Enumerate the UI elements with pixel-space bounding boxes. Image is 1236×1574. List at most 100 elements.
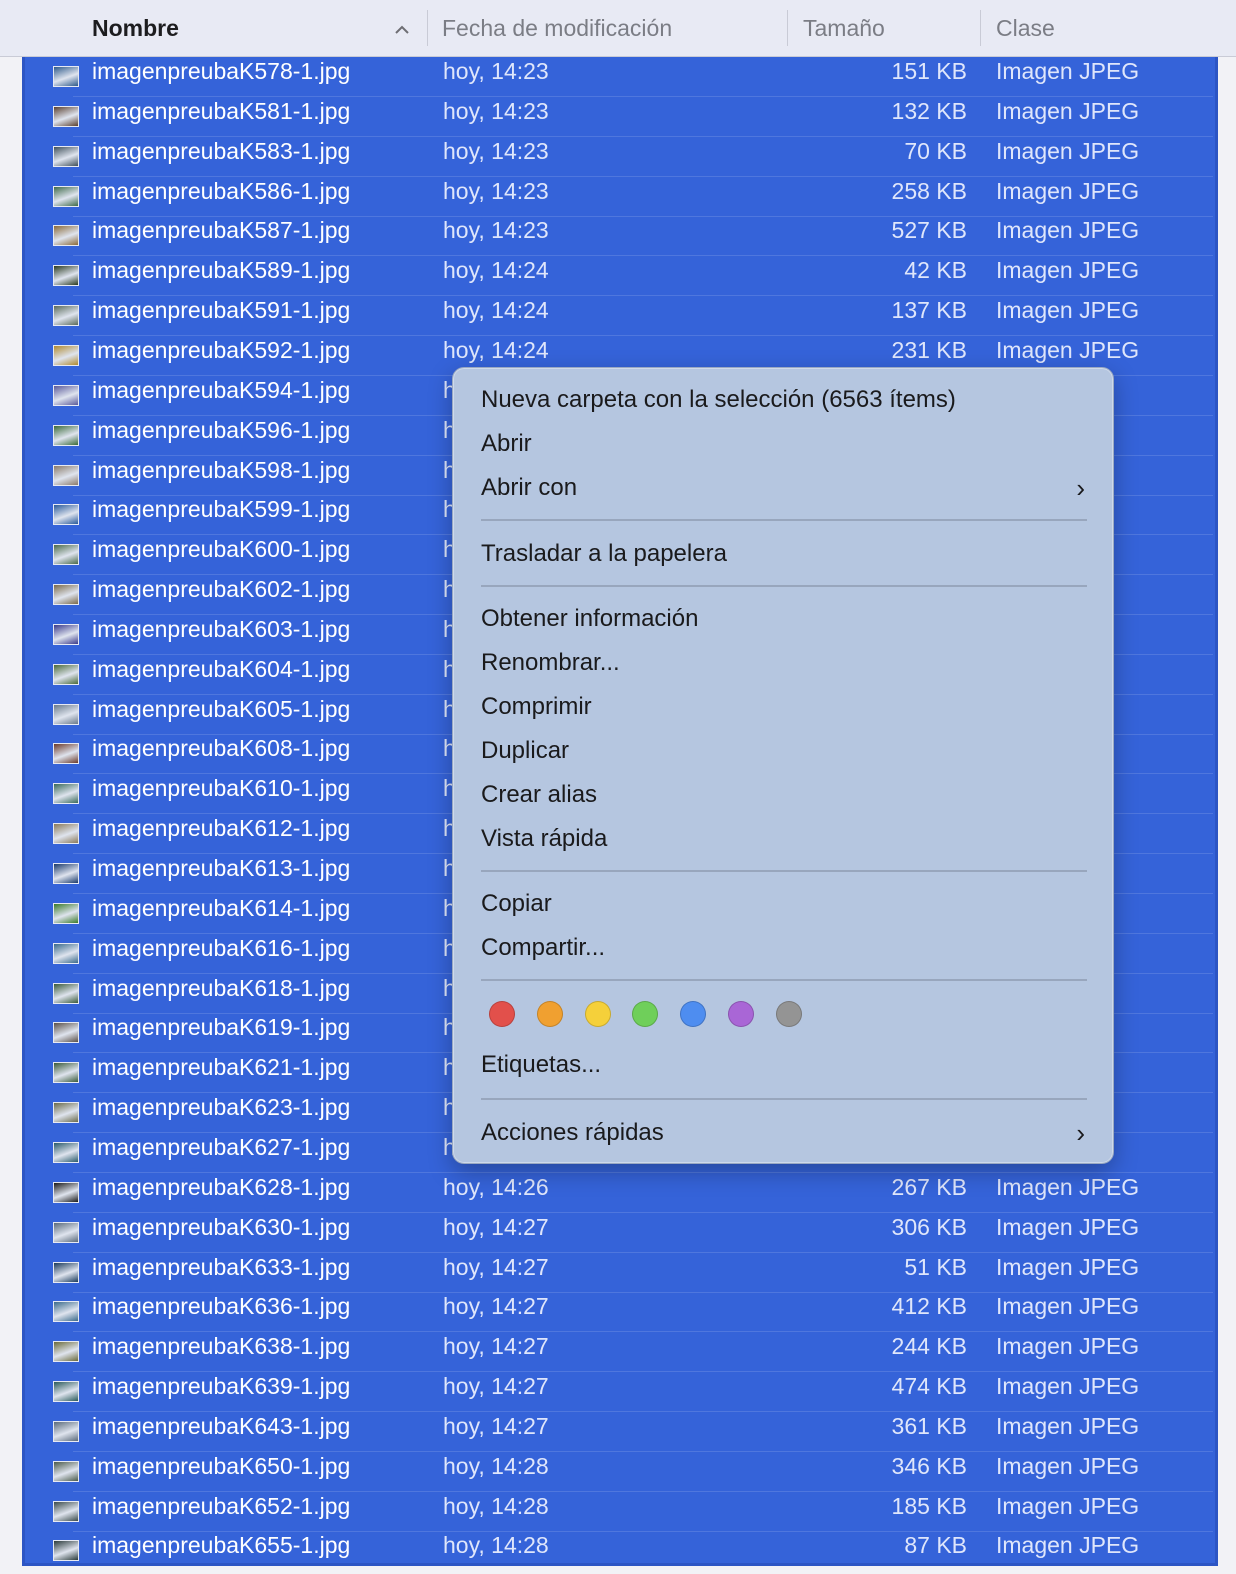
column-header-date[interactable]: Fecha de modificación [442, 0, 672, 56]
column-header-name[interactable]: Nombre [92, 0, 179, 56]
file-size: 132 KB [891, 97, 967, 124]
file-size: 185 KB [891, 1492, 967, 1519]
file-date: hoy, 14:23 [443, 97, 549, 124]
image-thumbnail-icon [53, 1181, 79, 1203]
menu-item-label: Copiar [481, 890, 552, 917]
menu-item-quick-look[interactable]: Vista rápida [481, 819, 1091, 859]
context-menu: Nueva carpeta con la selección (6563 íte… [452, 367, 1114, 1164]
file-row[interactable]: imagenpreubaK587-1.jpg hoy, 14:23 527 KB Im… [25, 216, 1215, 257]
menu-item-share[interactable]: Compartir... [481, 928, 1091, 968]
menu-separator [481, 870, 1087, 872]
sort-ascending-icon[interactable] [392, 0, 412, 56]
column-header-kind[interactable]: Clase [996, 0, 1055, 56]
menu-item-make-alias[interactable]: Crear alias [481, 775, 1091, 815]
file-kind: Imagen JPEG [996, 297, 1140, 324]
menu-item-duplicate[interactable]: Duplicar [481, 731, 1091, 771]
file-name: imagenpreubaK596-1.jpg [92, 416, 351, 443]
file-kind: Imagen JPEG [996, 1452, 1140, 1479]
image-thumbnail-icon [53, 1341, 79, 1363]
file-row[interactable]: imagenpreubaK636-1.jpg hoy, 14:27 412 KB Im… [25, 1292, 1215, 1333]
file-kind: Imagen JPEG [996, 97, 1140, 124]
file-name: imagenpreubaK636-1.jpg [92, 1293, 351, 1320]
file-row[interactable]: imagenpreubaK578-1.jpg hoy, 14:23 151 KB Im… [25, 57, 1215, 97]
chevron-right-icon: › [1076, 1118, 1085, 1148]
tag-yellow-dot[interactable] [584, 1001, 611, 1027]
tag-red-dot[interactable] [489, 1001, 515, 1027]
menu-item-new-folder-with-selection[interactable]: Nueva carpeta con la selección (6563 íte… [481, 380, 1091, 420]
menu-item-label: Abrir con [481, 474, 578, 501]
file-date: hoy, 14:27 [443, 1293, 549, 1320]
file-date: hoy, 14:27 [443, 1333, 549, 1360]
tag-purple-dot[interactable] [728, 1001, 754, 1027]
column-divider[interactable] [787, 10, 788, 46]
column-divider[interactable] [427, 10, 428, 46]
file-name: imagenpreubaK600-1.jpg [92, 536, 351, 563]
menu-item-quick-actions[interactable]: Acciones rápidas › [481, 1113, 1091, 1153]
column-header-size[interactable]: Tamaño [803, 0, 885, 56]
file-row[interactable]: imagenpreubaK589-1.jpg hoy, 14:24 42 KB Ima… [25, 256, 1215, 297]
file-row[interactable]: imagenpreubaK652-1.jpg hoy, 14:28 185 KB Im… [25, 1492, 1215, 1532]
file-row[interactable]: imagenpreubaK583-1.jpg hoy, 14:23 70 KB Ima… [25, 137, 1215, 177]
file-name: imagenpreubaK627-1.jpg [92, 1133, 351, 1160]
file-size: 137 KB [891, 297, 967, 324]
list-header: Nombre Fecha de modificación Tamaño Clas… [0, 0, 1236, 57]
file-name: imagenpreubaK586-1.jpg [92, 177, 351, 204]
menu-separator [481, 1098, 1087, 1100]
image-thumbnail-icon [53, 703, 79, 725]
image-thumbnail-icon [53, 1141, 79, 1163]
menu-item-label: Obtener información [481, 605, 699, 632]
file-row[interactable]: imagenpreubaK581-1.jpg hoy, 14:23 132 KB Im… [25, 97, 1215, 137]
file-name: imagenpreubaK612-1.jpg [92, 815, 351, 842]
file-size: 231 KB [891, 336, 967, 363]
file-kind: Imagen JPEG [996, 137, 1140, 164]
file-kind: Imagen JPEG [996, 217, 1140, 244]
file-size: 474 KB [891, 1373, 967, 1400]
image-thumbnail-icon [53, 1500, 79, 1522]
tag-orange-dot[interactable] [536, 1001, 563, 1027]
menu-item-rename[interactable]: Renombrar... [481, 643, 1091, 683]
tag-blue-dot[interactable] [680, 1001, 707, 1027]
file-name: imagenpreubaK592-1.jpg [92, 336, 351, 363]
menu-item-label: Comprimir [481, 693, 592, 720]
menu-item-label: Vista rápida [481, 825, 608, 852]
file-size: 527 KB [891, 217, 967, 244]
menu-item-tags[interactable]: Etiquetas... [481, 1045, 1091, 1085]
file-kind: Imagen JPEG [996, 336, 1140, 363]
menu-item-move-to-trash[interactable]: Trasladar a la papelera [481, 534, 1091, 574]
file-row[interactable]: imagenpreubaK591-1.jpg hoy, 14:24 137 KB Im… [25, 296, 1215, 337]
tag-green-dot[interactable] [632, 1001, 659, 1027]
menu-item-copy[interactable]: Copiar [481, 884, 1091, 924]
image-thumbnail-icon [53, 225, 79, 247]
menu-item-label: Renombrar... [481, 649, 620, 676]
file-name: imagenpreubaK583-1.jpg [92, 137, 351, 164]
chevron-right-icon: › [1076, 473, 1085, 503]
file-date: hoy, 14:27 [443, 1373, 549, 1400]
file-date: hoy, 14:24 [443, 336, 549, 363]
file-size: 42 KB [904, 257, 967, 284]
tag-gray-dot[interactable] [775, 1001, 802, 1027]
menu-item-get-info[interactable]: Obtener información [481, 599, 1091, 639]
file-row[interactable]: imagenpreubaK639-1.jpg hoy, 14:27 474 KB Im… [25, 1372, 1215, 1413]
file-row[interactable]: imagenpreubaK586-1.jpg hoy, 14:23 258 KB Im… [25, 177, 1215, 217]
image-thumbnail-icon [53, 305, 79, 327]
file-row[interactable]: imagenpreubaK633-1.jpg hoy, 14:27 51 KB Ima… [25, 1253, 1215, 1293]
file-size: 346 KB [891, 1452, 967, 1479]
file-row[interactable]: imagenpreubaK650-1.jpg hoy, 14:28 346 KB Im… [25, 1452, 1215, 1492]
menu-item-open-with[interactable]: Abrir con › [481, 468, 1091, 508]
image-thumbnail-icon [53, 1062, 79, 1084]
file-name: imagenpreubaK610-1.jpg [92, 775, 351, 802]
file-size: 306 KB [891, 1213, 967, 1240]
file-row[interactable]: imagenpreubaK655-1.jpg hoy, 14:28 87 KB Ima… [25, 1531, 1215, 1563]
menu-item-open[interactable]: Abrir [481, 424, 1091, 464]
image-thumbnail-icon [53, 783, 79, 805]
file-row[interactable]: imagenpreubaK638-1.jpg hoy, 14:27 244 KB Im… [25, 1332, 1215, 1373]
file-row[interactable]: imagenpreubaK643-1.jpg hoy, 14:27 361 KB Im… [25, 1412, 1215, 1452]
image-thumbnail-icon [53, 66, 79, 87]
file-date: hoy, 14:28 [443, 1532, 549, 1559]
file-row[interactable]: imagenpreubaK628-1.jpg hoy, 14:26 267 KB Im… [25, 1173, 1215, 1213]
column-divider[interactable] [980, 10, 981, 46]
menu-item-compress[interactable]: Comprimir [481, 687, 1091, 727]
file-size: 267 KB [891, 1173, 967, 1200]
file-date: hoy, 14:28 [443, 1492, 549, 1519]
file-row[interactable]: imagenpreubaK630-1.jpg hoy, 14:27 306 KB Im… [25, 1213, 1215, 1253]
